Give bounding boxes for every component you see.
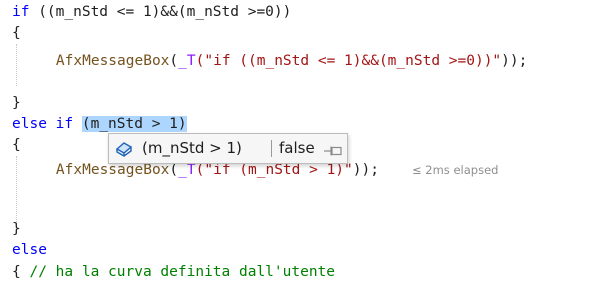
- code-editor[interactable]: if ((m_nStd <= 1)&&(m_nStd >=0)) { AfxMe…: [0, 0, 598, 296]
- selected-expression[interactable]: (m_nStd > 1): [81, 116, 187, 132]
- code-line-7: {: [12, 135, 21, 156]
- paren: (: [169, 53, 179, 69]
- keyword-else: else: [12, 116, 47, 132]
- code-line-6: else if (m_nStd > 1): [12, 114, 187, 135]
- datatip[interactable]: (m_nStd > 1) false: [108, 133, 348, 164]
- code-line-13: { // ha la curva definita dall'utente: [12, 262, 335, 283]
- macro-name: _T: [178, 53, 196, 69]
- indent-guide: [16, 44, 17, 86]
- open-brace: {: [12, 25, 21, 41]
- string-literal: ("if (m_nStd > 1)": [195, 162, 353, 178]
- close-brace: }: [12, 221, 21, 237]
- code-line-2: {: [12, 23, 21, 44]
- paren-close: ));: [501, 53, 528, 69]
- comment: // ha la curva definita dall'utente: [29, 264, 336, 280]
- open-brace: {: [12, 137, 21, 153]
- close-brace: }: [12, 95, 21, 111]
- keyword-if: if: [55, 116, 74, 132]
- datatip-value[interactable]: false: [279, 134, 315, 163]
- code-line-3: AfxMessageBox(_T("if ((m_nStd <= 1)&&(m_…: [21, 51, 527, 72]
- pin-icon[interactable]: [323, 143, 343, 156]
- string-literal: ("if ((m_nStd <= 1)&&(m_nStd >=0))": [195, 53, 502, 69]
- condition: ((m_nStd <= 1)&&(m_nStd >=0)): [29, 4, 292, 20]
- datatip-expression[interactable]: (m_nStd > 1): [142, 134, 242, 163]
- indent-guide: [16, 156, 17, 226]
- code-line-1: if ((m_nStd <= 1)&&(m_nStd >=0)): [12, 2, 291, 23]
- perf-tip[interactable]: ≤ 2ms elapsed: [412, 160, 498, 181]
- macro-name: _T: [178, 162, 196, 178]
- code-line-5: }: [12, 93, 21, 114]
- paren: (: [169, 162, 179, 178]
- open-brace: {: [12, 264, 30, 280]
- code-line-11: }: [12, 219, 21, 240]
- paren-close: ));: [352, 162, 379, 178]
- keyword-if: if: [12, 4, 30, 20]
- watch-variable-icon: [114, 140, 134, 158]
- keyword-else: else: [12, 242, 47, 258]
- datatip-divider: [271, 140, 272, 157]
- function-name: AfxMessageBox: [55, 162, 170, 178]
- function-name: AfxMessageBox: [55, 53, 170, 69]
- code-line-12: else: [12, 240, 47, 261]
